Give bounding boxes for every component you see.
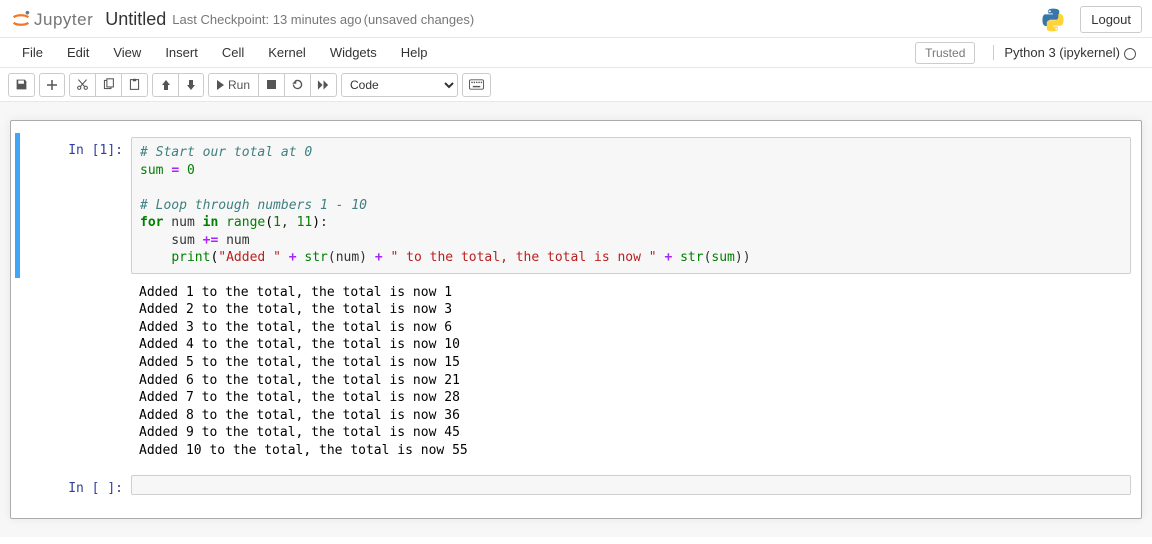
plus-icon — [46, 79, 58, 91]
move-up-button[interactable] — [152, 73, 178, 97]
jupyter-logo[interactable]: Jupyter — [10, 9, 93, 31]
keyboard-icon — [469, 79, 484, 90]
copy-icon — [102, 78, 115, 91]
code-cell[interactable]: In [ ]: — [15, 471, 1137, 500]
input-prompt: In [1]: — [21, 137, 131, 158]
command-palette-button[interactable] — [462, 73, 491, 97]
cut-button[interactable] — [69, 73, 95, 97]
jupyter-icon — [10, 9, 32, 31]
interrupt-button[interactable] — [258, 73, 284, 97]
trusted-badge[interactable]: Trusted — [915, 42, 975, 64]
header-bar: Jupyter Untitled Last Checkpoint: 13 min… — [0, 0, 1152, 38]
unsaved-text: (unsaved changes) — [364, 12, 475, 27]
checkpoint-text: Last Checkpoint: 13 minutes ago — [172, 12, 361, 27]
fast-forward-icon — [317, 79, 330, 91]
run-label: Run — [228, 78, 250, 92]
toolbar: Run CodeMarkdownRaw NBConvertHeading — [0, 68, 1152, 102]
output-prompt — [21, 278, 131, 284]
jupyter-logo-text: Jupyter — [34, 10, 93, 30]
kernel-status-icon — [1124, 48, 1136, 60]
code-input-area[interactable] — [131, 475, 1131, 495]
menu-cell[interactable]: Cell — [210, 39, 256, 66]
arrow-up-icon — [160, 79, 172, 91]
kernel-name-text: Python 3 (ipykernel) — [1004, 45, 1120, 60]
save-button[interactable] — [8, 73, 35, 97]
kernel-name: Python 3 (ipykernel) — [993, 45, 1136, 60]
menu-view[interactable]: View — [101, 39, 153, 66]
save-icon — [15, 78, 28, 91]
notebook-container: In [1]: # Start our total at 0 sum = 0 #… — [0, 102, 1152, 537]
notebook: In [1]: # Start our total at 0 sum = 0 #… — [10, 120, 1142, 519]
python-logo-icon — [1040, 7, 1066, 33]
play-icon — [217, 80, 224, 90]
output-cell: Added 1 to the total, the total is now 1… — [15, 278, 1137, 465]
menu-file[interactable]: File — [10, 39, 55, 66]
menu-help[interactable]: Help — [389, 39, 440, 66]
arrow-down-icon — [185, 79, 197, 91]
move-down-button[interactable] — [178, 73, 204, 97]
notebook-title[interactable]: Untitled — [105, 9, 166, 30]
menu-edit[interactable]: Edit — [55, 39, 101, 66]
menu-widgets[interactable]: Widgets — [318, 39, 389, 66]
logout-button[interactable]: Logout — [1080, 6, 1142, 33]
scissors-icon — [76, 78, 89, 91]
paste-button[interactable] — [121, 73, 148, 97]
paste-icon — [128, 78, 141, 91]
restart-icon — [291, 78, 304, 91]
run-button[interactable]: Run — [208, 73, 258, 97]
menu-insert[interactable]: Insert — [153, 39, 210, 66]
add-cell-button[interactable] — [39, 73, 65, 97]
menu-kernel[interactable]: Kernel — [256, 39, 318, 66]
restart-run-all-button[interactable] — [310, 73, 337, 97]
cell-type-select[interactable]: CodeMarkdownRaw NBConvertHeading — [341, 73, 458, 97]
copy-button[interactable] — [95, 73, 121, 97]
output-area: Added 1 to the total, the total is now 1… — [131, 278, 1131, 461]
menubar: File Edit View Insert Cell Kernel Widget… — [0, 38, 1152, 68]
code-input-area[interactable]: # Start our total at 0 sum = 0 # Loop th… — [131, 137, 1131, 274]
input-prompt: In [ ]: — [21, 475, 131, 496]
restart-button[interactable] — [284, 73, 310, 97]
stop-icon — [267, 80, 276, 89]
code-cell[interactable]: In [1]: # Start our total at 0 sum = 0 #… — [15, 133, 1137, 278]
